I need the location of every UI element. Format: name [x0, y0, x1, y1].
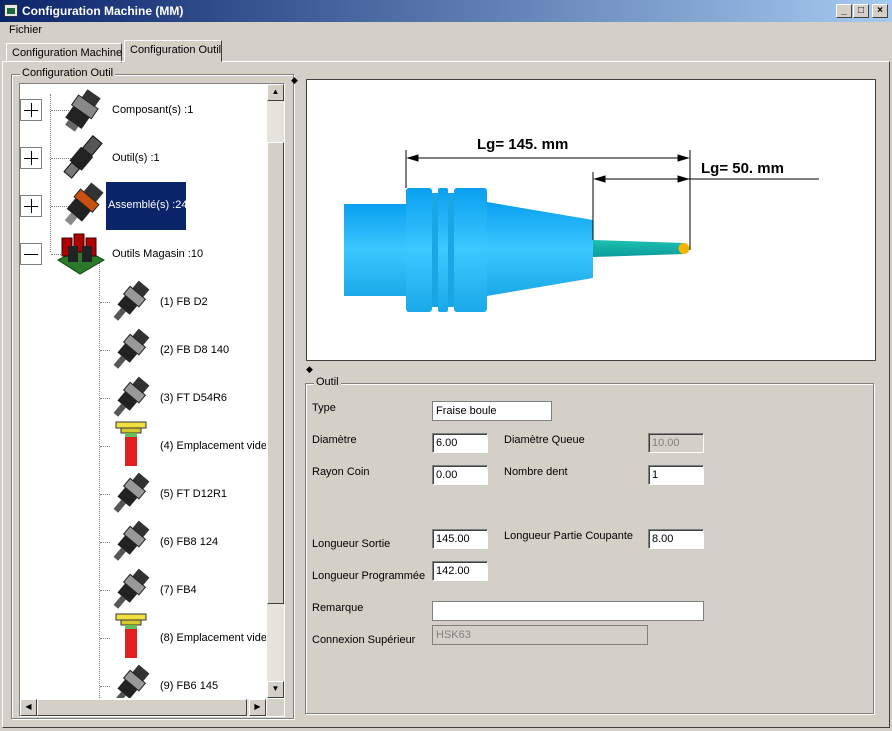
expand-outils-icon[interactable] — [20, 147, 42, 169]
scroll-corner — [267, 699, 284, 716]
horizontal-splitter-icon[interactable]: ◆ — [291, 75, 298, 86]
tab-configuration-outil[interactable]: Configuration Outil — [124, 40, 222, 62]
rayon-coin-label: Rayon Coin — [312, 466, 370, 478]
type-label: Type — [312, 402, 336, 414]
outil-group: Outil — [305, 376, 874, 714]
tool-assembly-icon — [113, 328, 150, 369]
expand-composants-icon[interactable] — [20, 99, 42, 121]
tree-node-outils[interactable]: Outil(s) :1 — [110, 152, 162, 164]
tree-node-tool-7[interactable]: (7) FB4 — [158, 584, 199, 596]
tree-node-tool-2[interactable]: (2) FB D8 140 — [158, 344, 231, 356]
longueur-programmee-field[interactable] — [432, 561, 488, 581]
longueur-programmee-label: Longueur Programmée — [312, 570, 426, 582]
tool-shank-shape — [593, 240, 685, 257]
tree-line — [100, 446, 110, 447]
total-length-label: Lg= 145. mm — [477, 136, 568, 153]
app-icon — [4, 4, 18, 17]
tool-preview-drawing: Lg= 145. mm Lg= 50. mm — [344, 136, 819, 312]
tool-assembly-icon — [113, 472, 150, 513]
holder-icon — [65, 89, 101, 132]
tree-node-tool-9[interactable]: (9) FB6 145 — [158, 680, 220, 692]
rayon-coin-field[interactable] — [432, 465, 488, 485]
longueur-sortie-label: Longueur Sortie — [312, 538, 391, 550]
tree-line — [100, 638, 110, 639]
nombre-dent-field[interactable] — [648, 465, 704, 485]
tool-assembly-icon — [113, 664, 150, 698]
remarque-label: Remarque — [312, 602, 364, 614]
cutter-icon — [63, 135, 103, 179]
tree-node-outils-magasin[interactable]: Outils Magasin :10 — [110, 248, 205, 260]
longueur-sortie-field[interactable] — [432, 529, 488, 549]
tree-node-composants[interactable]: Composant(s) :1 — [110, 104, 195, 116]
tree-node-slot-4[interactable]: (4) Emplacement vide — [158, 440, 266, 452]
diametre-queue-field — [648, 433, 704, 453]
diametre-field[interactable] — [432, 433, 488, 453]
tool-tree[interactable]: Composant(s) :1 Outil(s) :1 Assemblé(s) … — [19, 83, 285, 717]
maximize-button[interactable]: □ — [853, 4, 869, 18]
tree-node-tool-5[interactable]: (5) FT D12R1 — [158, 488, 229, 500]
nombre-dent-label: Nombre dent — [504, 466, 568, 478]
horizontal-scroll-thumb[interactable] — [37, 699, 247, 716]
scroll-down-icon[interactable]: ▼ — [267, 681, 284, 698]
diametre-label: Diamètre — [312, 434, 357, 446]
diametre-queue-label: Diamètre Queue — [504, 434, 585, 446]
tree-node-assembles[interactable]: Assemblé(s) :24 — [105, 181, 187, 231]
tool-tip-shape — [678, 243, 690, 254]
longueur-partie-coupante-field[interactable] — [648, 529, 704, 549]
tree-node-slot-8[interactable]: (8) Emplacement vide — [158, 632, 266, 644]
empty-slot-icon — [115, 421, 147, 466]
tool-preview-viewport[interactable]: Lg= 145. mm Lg= 50. mm — [306, 79, 876, 361]
title-bar: Configuration Machine (MM) _ □ × — [0, 0, 892, 22]
tool-assembly-icon — [113, 520, 150, 561]
tree-line — [99, 262, 100, 698]
longueur-partie-coupante-label: Longueur Partie Coupante — [504, 530, 634, 542]
vertical-splitter-icon[interactable]: ◆ — [306, 364, 313, 375]
tool-tree-content: Composant(s) :1 Outil(s) :1 Assemblé(s) … — [20, 84, 266, 698]
tool-assembly-icon — [113, 568, 150, 609]
tree-node-tool-3[interactable]: (3) FT D54R6 — [158, 392, 229, 404]
tree-vertical-scrollbar[interactable]: ▲ ▼ — [267, 84, 284, 698]
scroll-up-icon[interactable]: ▲ — [267, 84, 284, 101]
minimize-button[interactable]: _ — [836, 4, 852, 18]
close-button[interactable]: × — [872, 4, 888, 18]
tool-config-group-title: Configuration Outil — [20, 67, 116, 79]
expand-assembles-icon[interactable] — [20, 195, 42, 217]
menu-fichier[interactable]: Fichier — [9, 24, 42, 36]
scroll-right-icon[interactable]: ▶ — [249, 699, 266, 716]
menu-bar: Fichier — [0, 22, 892, 40]
outil-group-title: Outil — [314, 376, 341, 388]
collapse-outils-magasin-icon[interactable] — [20, 243, 42, 265]
tool-holder-shape — [344, 188, 593, 312]
tool-assembly-icon — [113, 280, 150, 321]
connexion-superieur-label: Connexion Supérieur — [312, 634, 416, 646]
assembly-icon — [64, 182, 104, 226]
vertical-scroll-thumb[interactable] — [267, 142, 284, 604]
tab-strip: Configuration Machine Configuration Outi… — [0, 40, 892, 63]
cutting-length-label: Lg= 50. mm — [701, 160, 784, 177]
tree-line — [50, 94, 51, 252]
scroll-left-icon[interactable]: ◀ — [20, 699, 37, 716]
tool-assembly-icon — [113, 376, 150, 417]
tab-configuration-machine[interactable]: Configuration Machine — [6, 43, 122, 63]
tree-node-tool-6[interactable]: (6) FB8 124 — [158, 536, 220, 548]
tree-horizontal-scrollbar[interactable]: ◀ ▶ — [20, 699, 266, 716]
empty-slot-icon — [115, 613, 147, 658]
connexion-superieur-field — [432, 625, 648, 645]
window-title: Configuration Machine (MM) — [22, 4, 184, 18]
type-field[interactable] — [432, 401, 552, 421]
magazine-icon — [56, 233, 106, 275]
remarque-field[interactable] — [432, 601, 704, 621]
tree-node-tool-1[interactable]: (1) FB D2 — [158, 296, 210, 308]
